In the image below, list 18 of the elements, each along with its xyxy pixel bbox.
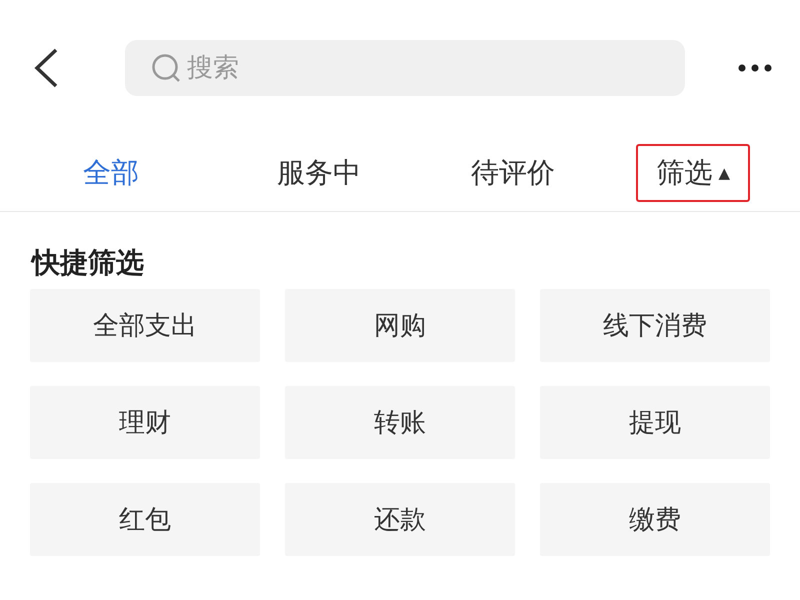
filter-option[interactable]: 红包	[30, 483, 260, 556]
tab[interactable]: 全部	[0, 154, 222, 192]
search-icon	[151, 52, 181, 82]
section-title: 快捷筛选	[30, 245, 145, 281]
tab[interactable]: 待评价	[416, 154, 610, 192]
more-icon[interactable]	[738, 64, 772, 72]
filter-option[interactable]: 缴费	[540, 483, 770, 556]
search-field[interactable]: 搜索	[125, 40, 685, 96]
tab[interactable]: 服务中	[222, 154, 416, 192]
filter-option[interactable]: 全部支出	[30, 289, 260, 362]
filter-option[interactable]: 提现	[540, 386, 770, 459]
back-icon[interactable]	[32, 48, 60, 88]
filter-option[interactable]: 转账	[285, 386, 515, 459]
filter-button[interactable]: 筛选 ▲	[636, 144, 750, 202]
filter-option[interactable]: 还款	[285, 483, 515, 556]
filter-option[interactable]: 理财	[30, 386, 260, 459]
filter-option[interactable]: 线下消费	[540, 289, 770, 362]
filter-option[interactable]: 网购	[285, 289, 515, 362]
